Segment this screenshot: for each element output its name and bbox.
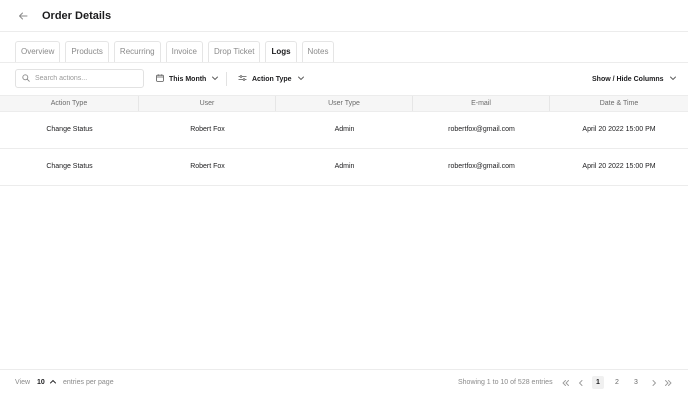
- tab-recurring[interactable]: Recurring: [113, 41, 161, 62]
- cell-action-type: Change Status: [46, 163, 93, 170]
- columns-toggle-label: Show / Hide Columns: [592, 75, 664, 83]
- cell-user-type: Admin: [334, 126, 355, 133]
- chevron-down-icon: [211, 74, 219, 84]
- last-page-icon[interactable]: [664, 376, 673, 389]
- cell-user-type: Admin: [334, 163, 355, 170]
- cell-date-time: April 20 2022 15:00 PM: [582, 126, 656, 133]
- column-header-action-type[interactable]: Action Type: [0, 96, 139, 111]
- column-header-user-type[interactable]: User Type: [276, 96, 413, 111]
- search-box: [15, 69, 144, 88]
- cell-user: Robert Fox: [190, 126, 225, 133]
- show-hide-columns-button[interactable]: Show / Hide Columns: [592, 72, 677, 86]
- action-type-label: Action Type: [252, 75, 292, 83]
- column-header-email[interactable]: E-mail: [413, 96, 550, 111]
- page-header: Order Details: [0, 0, 688, 32]
- search-icon: [22, 73, 30, 84]
- chevron-down-icon: [297, 74, 305, 84]
- table-row[interactable]: Change Status Robert Fox Admin robertfox…: [0, 112, 688, 149]
- cell-action-type: Change Status: [46, 126, 93, 133]
- cell-date-time: April 20 2022 15:00 PM: [582, 163, 656, 170]
- date-filter-label: This Month: [169, 75, 207, 83]
- tab-overview[interactable]: Overview: [15, 41, 61, 62]
- pagination-footer: View 10 entries per page Showing 1 to 10…: [0, 369, 688, 393]
- tab-products[interactable]: Products: [65, 41, 109, 62]
- cell-email: robertfox@gmail.com: [448, 163, 515, 170]
- table-header: Action Type User User Type E-mail Date &…: [0, 95, 688, 112]
- per-page-value[interactable]: 10: [37, 379, 45, 386]
- calendar-icon: [156, 74, 164, 84]
- action-type-dropdown[interactable]: Action Type: [238, 72, 305, 86]
- filter-lines-icon: [238, 74, 247, 84]
- search-input[interactable]: [35, 75, 135, 82]
- page-2-button[interactable]: 2: [611, 376, 623, 389]
- toolbar: This Month Action Type Show / Hide Colum…: [0, 63, 688, 95]
- prev-page-icon[interactable]: [577, 376, 585, 389]
- first-page-icon[interactable]: [561, 376, 570, 389]
- date-filter-dropdown[interactable]: This Month: [156, 72, 219, 86]
- chevron-up-icon[interactable]: [49, 378, 57, 388]
- tab-notes[interactable]: Notes: [301, 41, 335, 62]
- chevron-down-icon: [669, 74, 677, 84]
- next-page-icon[interactable]: [650, 376, 658, 389]
- arrow-left-icon[interactable]: [16, 9, 30, 23]
- tab-bar: Overview Products Recurring Invoice Drop…: [15, 41, 335, 62]
- view-label: View: [15, 379, 31, 386]
- column-header-user[interactable]: User: [139, 96, 276, 111]
- table-row[interactable]: Change Status Robert Fox Admin robertfox…: [0, 149, 688, 186]
- cell-user: Robert Fox: [190, 163, 225, 170]
- page-title: Order Details: [42, 10, 112, 22]
- per-page-suffix: entries per page: [63, 379, 114, 386]
- page-3-button[interactable]: 3: [630, 376, 642, 389]
- tab-invoice[interactable]: Invoice: [165, 41, 203, 62]
- tab-drop-ticket[interactable]: Drop Ticket: [207, 41, 261, 62]
- cell-email: robertfox@gmail.com: [448, 126, 515, 133]
- entries-summary: Showing 1 to 10 of 528 entries: [458, 379, 553, 386]
- page-1-button[interactable]: 1: [592, 376, 604, 389]
- column-header-date-time[interactable]: Date & Time: [550, 96, 688, 111]
- toolbar-divider: [226, 72, 227, 86]
- tab-logs[interactable]: Logs: [265, 41, 297, 62]
